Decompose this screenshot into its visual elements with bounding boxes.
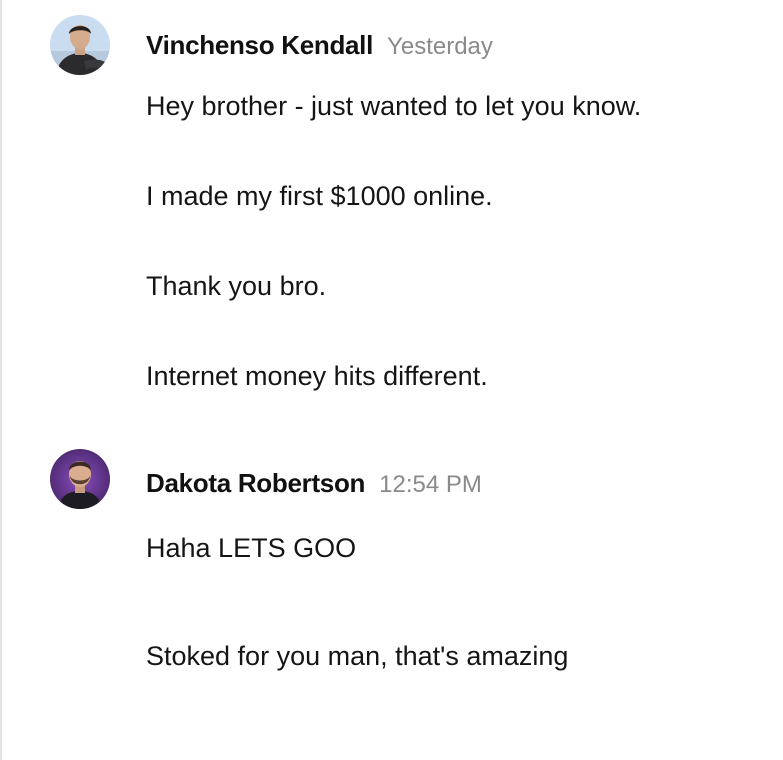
avatar[interactable] (50, 15, 110, 75)
message-timestamp: Yesterday (387, 33, 493, 60)
message-line: Internet money hits different. (146, 361, 488, 391)
message-line: Thank you bro. (146, 271, 327, 301)
author-name[interactable]: Vinchenso Kendall (146, 30, 373, 61)
message-header: Dakota Robertson 12:54 PM (146, 468, 482, 499)
message-body: Hey brother - just wanted to let you kno… (146, 88, 766, 394)
message-line: Hey brother - just wanted to let you kno… (146, 91, 642, 121)
author-name[interactable]: Dakota Robertson (146, 468, 365, 499)
left-divider (0, 0, 2, 760)
message-body: Haha LETS GOO Stoked for you man, that's… (146, 530, 766, 674)
message-line: Stoked for you man, that's amazing (146, 641, 569, 671)
message-timestamp: 12:54 PM (379, 471, 482, 498)
avatar-photo-icon (50, 15, 110, 75)
avatar[interactable] (50, 449, 110, 509)
message-line: I made my first $1000 online. (146, 181, 493, 211)
message-header: Vinchenso Kendall Yesterday (146, 30, 493, 61)
message-line: Haha LETS GOO (146, 533, 357, 563)
avatar-photo-icon (50, 449, 110, 509)
